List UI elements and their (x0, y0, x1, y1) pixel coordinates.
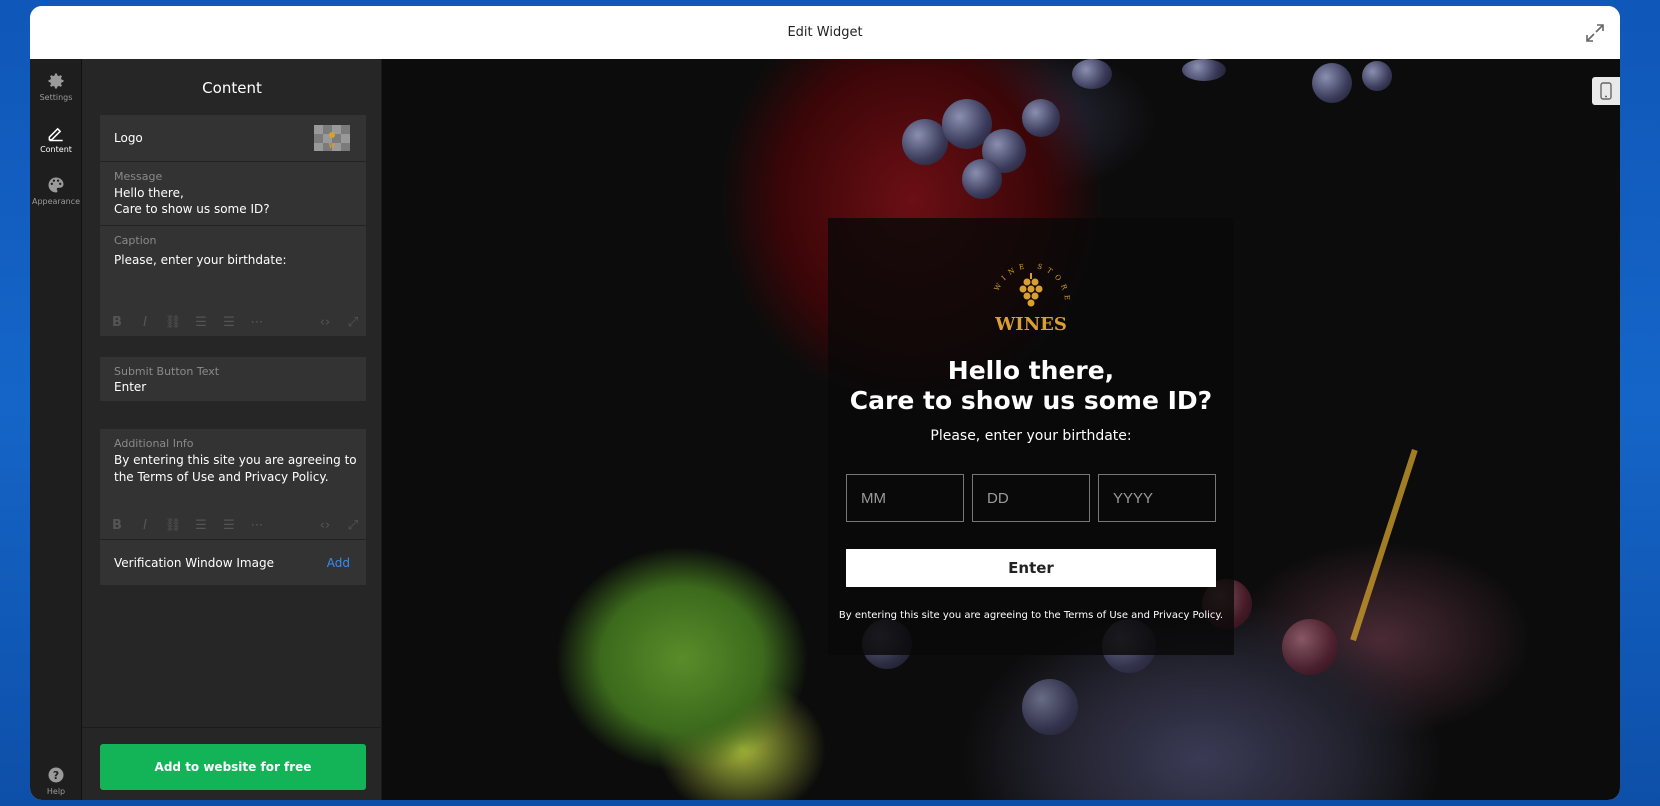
submit-value: Enter (114, 380, 147, 394)
message-label: Message (114, 170, 163, 183)
icon-rail: Settings Content Appearance ? Help (30, 59, 82, 800)
rail-settings-label: Settings (39, 93, 73, 102)
italic-icon[interactable]: I (136, 518, 154, 533)
logo-thumbnail-icon[interactable]: W (314, 125, 350, 151)
additional-line-1: By entering this site you are agreeing t… (114, 453, 357, 467)
panel-title: Content (202, 79, 262, 97)
grape-decoration (1362, 61, 1392, 91)
logo-label: Logo (114, 131, 143, 145)
modal-terms-info: By entering this site you are agreeing t… (838, 610, 1224, 621)
birth-year-input[interactable] (1098, 474, 1216, 522)
svg-text:?: ? (53, 769, 59, 782)
gear-icon (48, 73, 64, 89)
link-icon[interactable]: ⛓ (164, 518, 182, 533)
grape-decoration (1072, 59, 1112, 89)
message-line-2: Care to show us some ID? (114, 202, 270, 216)
rail-appearance[interactable]: Appearance (30, 175, 82, 206)
grape-decoration (1022, 679, 1078, 735)
logo-wordmark: WINES (994, 314, 1067, 335)
birth-month-input[interactable] (846, 474, 964, 522)
code-icon[interactable]: ‹› (316, 315, 334, 330)
add-to-website-button[interactable]: Add to website for free (100, 744, 366, 790)
modal-title: Hello there, Care to show us some ID? (828, 356, 1234, 416)
svg-text:W: W (328, 143, 336, 150)
rail-content-label: Content (40, 145, 72, 154)
birth-day-input[interactable] (972, 474, 1090, 522)
verification-image-field: Verification Window Image Add (100, 540, 366, 585)
bold-icon[interactable]: B (108, 315, 126, 330)
panel-separator (82, 727, 382, 728)
help-icon: ? (48, 767, 64, 783)
fullscreen-icon[interactable]: ⤢ (344, 315, 362, 330)
grape-decoration (1022, 99, 1060, 137)
grape-decoration (1282, 619, 1338, 675)
wines-logo: WINE STORE WINES (993, 262, 1067, 335)
caption-value: Please, enter your birthdate: (114, 253, 287, 267)
rail-help-label: Help (46, 787, 66, 796)
modal-caption: Please, enter your birthdate: (930, 428, 1132, 444)
bold-icon[interactable]: B (108, 518, 126, 533)
mobile-device-icon (1600, 82, 1612, 100)
additional-line-2: the Terms of Use and Privacy Policy. (114, 470, 329, 484)
grape-decoration (1182, 59, 1226, 81)
more-icon[interactable]: ⋯ (248, 518, 266, 533)
expand-icon[interactable] (1584, 22, 1606, 44)
content-panel: Content Logo W Message Hello there, Care… (82, 59, 382, 800)
palette-icon (48, 177, 64, 193)
grape-cluster-icon (1019, 273, 1043, 307)
modal-title-line-1: Hello there, (947, 356, 1115, 385)
ordered-list-icon[interactable]: ☰ (192, 315, 210, 330)
caption-field[interactable]: Caption Please, enter your birthdate: B … (100, 226, 366, 336)
additional-format-toolbar: B I ⛓ ☰ ☰ ⋯ ‹› ⤢ (108, 518, 358, 533)
caption-label: Caption (114, 234, 157, 247)
more-icon[interactable]: ⋯ (248, 315, 266, 330)
message-field[interactable]: Message Hello there, Care to show us som… (100, 162, 366, 226)
submit-button-text-field[interactable]: Submit Button Text Enter (100, 357, 366, 401)
pencil-icon (48, 127, 63, 142)
add-image-link[interactable]: Add (327, 556, 350, 570)
bullet-list-icon[interactable]: ☰ (220, 518, 238, 533)
message-line-1: Hello there, (114, 186, 184, 200)
edit-widget-window: Edit Widget Settings Content Appearance (30, 6, 1620, 800)
rail-content[interactable]: Content (30, 123, 82, 154)
fullscreen-icon[interactable]: ⤢ (344, 518, 362, 533)
submit-label: Submit Button Text (114, 365, 220, 378)
link-icon[interactable]: ⛓ (164, 315, 182, 330)
rail-help[interactable]: ? Help (30, 765, 82, 796)
ordered-list-icon[interactable]: ☰ (192, 518, 210, 533)
rail-settings[interactable]: Settings (30, 71, 82, 102)
grape-decoration (962, 159, 1002, 199)
rail-appearance-label: Appearance (31, 197, 81, 206)
age-verification-modal: WINE STORE WINES Hello there, Care to sh… (828, 218, 1234, 655)
italic-icon[interactable]: I (136, 315, 154, 330)
additional-info-field[interactable]: Additional Info By entering this site yo… (100, 429, 366, 540)
mobile-preview-toggle[interactable] (1592, 77, 1620, 105)
bullet-list-icon[interactable]: ☰ (220, 315, 238, 330)
caption-format-toolbar: B I ⛓ ☰ ☰ ⋯ ‹› ⤢ (108, 315, 358, 330)
enter-button[interactable]: Enter (846, 549, 1216, 587)
modal-title-line-2: Care to show us some ID? (849, 386, 1213, 415)
code-icon[interactable]: ‹› (316, 518, 334, 533)
window-title: Edit Widget (787, 25, 863, 40)
verification-image-label: Verification Window Image (114, 556, 274, 570)
additional-label: Additional Info (114, 437, 194, 450)
title-bar: Edit Widget (30, 6, 1620, 59)
logo-field[interactable]: Logo W (100, 115, 366, 162)
stem-decoration (1350, 449, 1418, 642)
widget-preview: WINE STORE WINES Hello there, Care to sh… (382, 59, 1620, 800)
grape-decoration (1312, 63, 1352, 103)
